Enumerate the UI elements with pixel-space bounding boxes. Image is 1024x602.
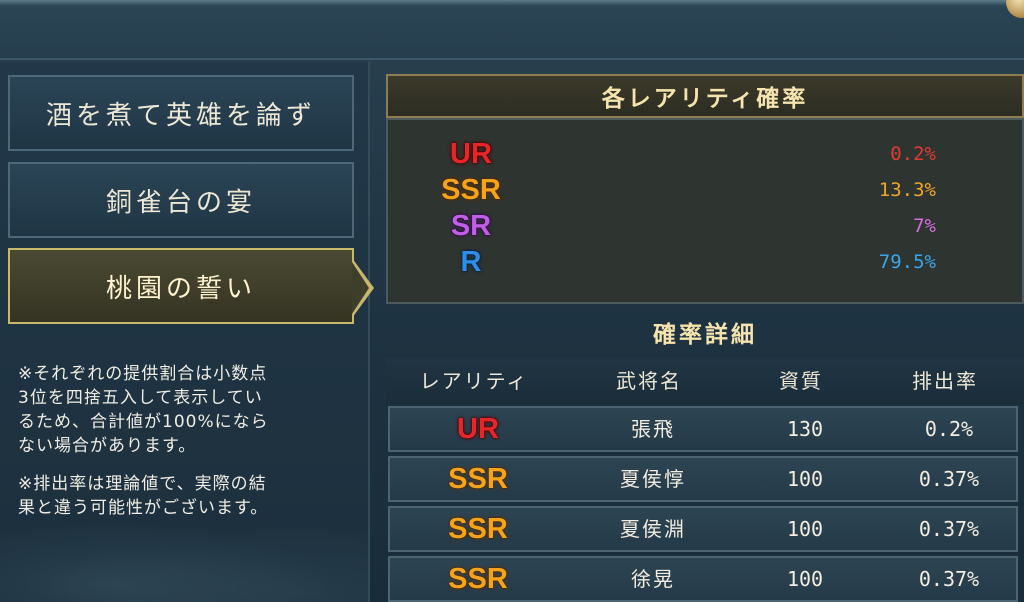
tab-label: 銅雀台の宴 <box>105 187 256 218</box>
tab-bronze-sparrow[interactable]: 銅雀台の宴 <box>8 162 354 238</box>
row-name: 夏侯淵 <box>620 517 686 541</box>
rarity-label: R <box>460 246 482 278</box>
column-quality: 資質 <box>779 369 823 393</box>
row-rate: 0.37% <box>918 517 980 541</box>
detail-column-header: レアリティ 武将名 資質 排出率 <box>386 358 1024 404</box>
rarity-label: SR <box>450 210 492 242</box>
table-row: SSR 徐晃 100 0.37% <box>388 556 1018 602</box>
tab-label: 酒を煮て英雄を論ず <box>45 100 316 131</box>
row-name: 徐晃 <box>631 567 675 591</box>
row-rarity: SSR <box>448 463 508 495</box>
detail-title: 確率詳細 <box>386 312 1024 352</box>
rarity-rate-header: 各レアリティ確率 <box>386 74 1024 118</box>
detail-title-text: 確率詳細 <box>653 321 757 348</box>
row-quality: 100 <box>786 467 824 491</box>
table-row: SSR 夏侯惇 100 0.37% <box>388 456 1018 502</box>
rarity-label: UR <box>450 138 492 170</box>
rarity-row-sr: SR 7% <box>388 208 1008 244</box>
rarity-row-ssr: SSR 13.3% <box>388 172 1008 208</box>
row-rate: 0.2% <box>924 417 974 441</box>
row-quality: 100 <box>786 567 824 591</box>
rarity-label: SSR <box>441 174 501 206</box>
column-drop-rate: 排出率 <box>912 369 978 393</box>
row-rate: 0.37% <box>918 467 980 491</box>
row-quality: 130 <box>786 417 824 441</box>
table-row: UR 張飛 130 0.2% <box>388 406 1018 452</box>
table-row: SSR 夏侯淵 100 0.37% <box>388 506 1018 552</box>
note-rounding: ※それぞれの提供割合は小数点 3位を四捨五入して表示してい るため、合計値が10… <box>18 364 269 456</box>
row-rarity: UR <box>457 413 499 445</box>
rarity-rate: 0.2% <box>890 143 936 165</box>
rarity-rate: 13.3% <box>878 179 936 201</box>
top-bar <box>0 0 1024 60</box>
top-bar-highlight <box>0 0 1024 6</box>
tab-peach-garden[interactable]: 桃園の誓い <box>8 248 354 324</box>
rarity-rate-title: 各レアリティ確率 <box>601 85 809 112</box>
row-quality: 100 <box>786 517 824 541</box>
rarity-row-ur: UR 0.2% <box>388 136 1008 172</box>
tab-sake-heroes[interactable]: 酒を煮て英雄を論ず <box>8 75 354 151</box>
row-rate: 0.37% <box>918 567 980 591</box>
rarity-rate: 7% <box>913 215 936 237</box>
row-name: 張飛 <box>631 417 675 441</box>
tab-label: 桃園の誓い <box>105 273 256 304</box>
active-tab-arrow-fill <box>352 262 369 314</box>
rate-notes: ※それぞれの提供割合は小数点 3位を四捨五入して表示してい るため、合計値が10… <box>18 362 358 534</box>
rarity-rate: 79.5% <box>878 251 936 273</box>
note-theoretical: ※排出率は理論値で、実際の結 果と違う可能性がございます。 <box>18 474 269 518</box>
row-rarity: SSR <box>448 563 508 595</box>
column-rarity: レアリティ <box>419 369 529 393</box>
close-orb-icon[interactable] <box>1006 0 1024 18</box>
rarity-row-r: R 79.5% <box>388 244 1008 280</box>
column-general-name: 武将名 <box>616 369 682 393</box>
row-name: 夏侯惇 <box>620 467 686 491</box>
row-rarity: SSR <box>448 513 508 545</box>
rarity-rate-box: UR 0.2% SSR 13.3% SR 7% R 79.5% <box>386 118 1024 304</box>
